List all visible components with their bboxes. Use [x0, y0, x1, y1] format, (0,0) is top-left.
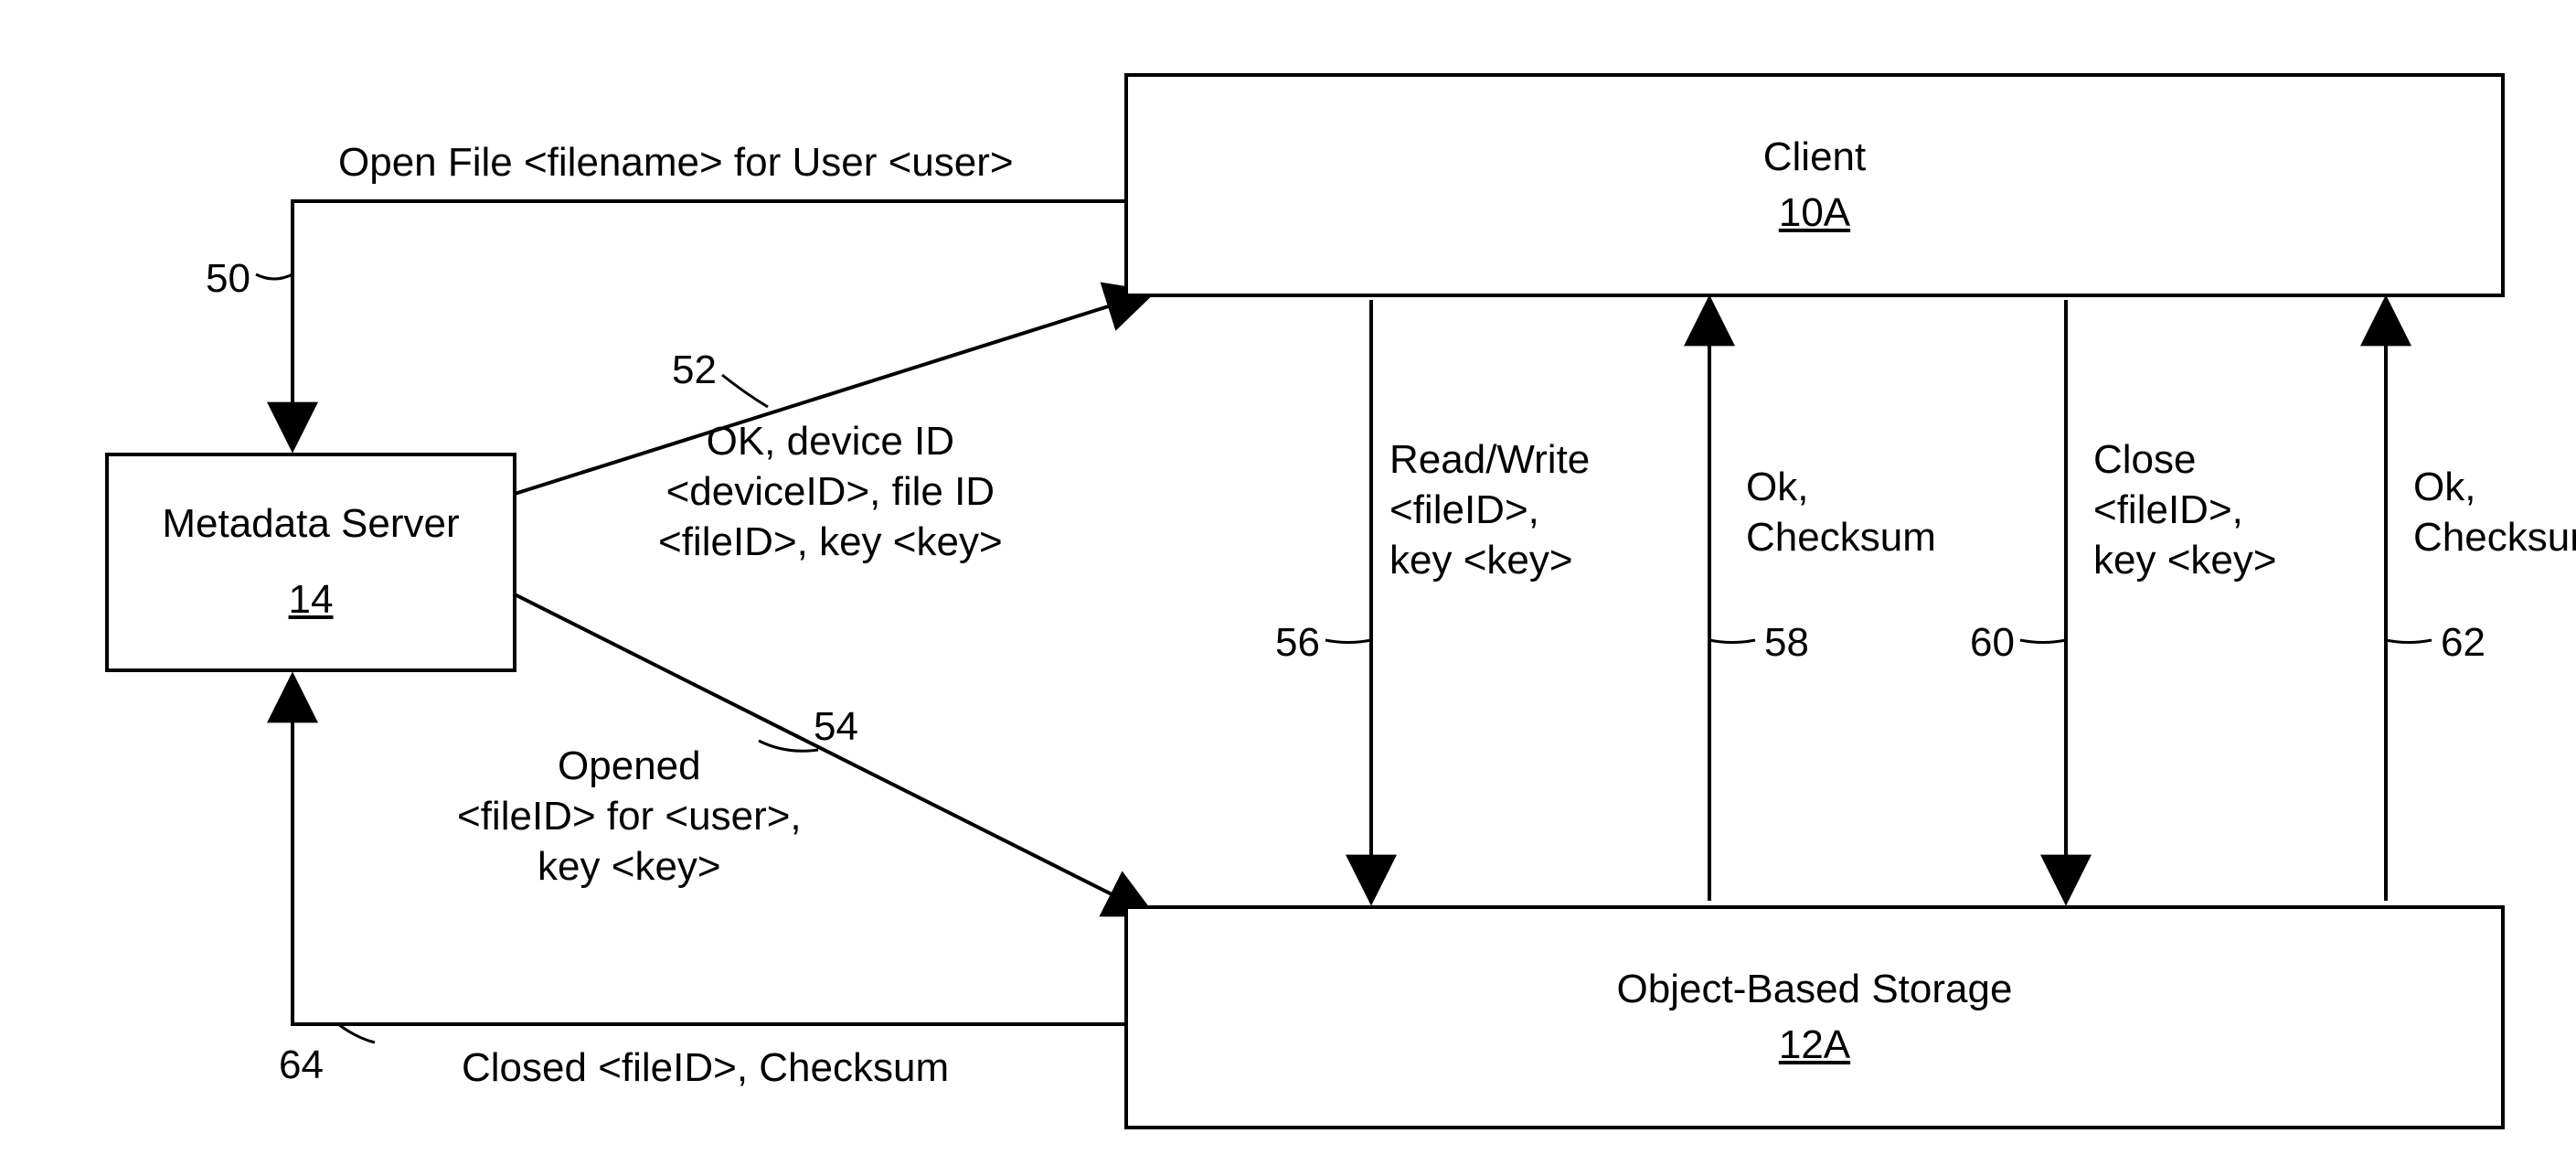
metadata-title: Metadata Server	[162, 500, 459, 549]
ref-54: 54	[814, 704, 858, 750]
storage-ref: 12A	[1779, 1021, 1850, 1070]
storage-title: Object-Based Storage	[1617, 966, 2013, 1014]
ref-58: 58	[1764, 620, 1809, 666]
ref-50: 50	[206, 256, 250, 302]
label-60-text: Close <fileID>, key <key>	[2093, 434, 2277, 585]
metadata-ref: 14	[289, 576, 334, 625]
diagram-canvas: Client 10A Metadata Server 14 Object-Bas…	[0, 0, 2576, 1176]
client-ref: 10A	[1779, 189, 1850, 238]
label-58-text: Ok, Checksum	[1746, 462, 1936, 562]
label-50-text: Open File <filename> for User <user>	[338, 137, 1014, 187]
label-64-text: Closed <fileID>, Checksum	[462, 1042, 949, 1093]
label-54-text: Opened <fileID> for <user>, key <key>	[457, 741, 802, 892]
label-52-text: OK, device ID <deviceID>, file ID <fileI…	[658, 416, 1003, 567]
client-title: Client	[1763, 134, 1867, 182]
ref-64: 64	[279, 1042, 324, 1088]
client-box: Client 10A	[1124, 73, 2505, 297]
label-56-text: Read/Write <fileID>, key <key>	[1389, 434, 1590, 585]
metadata-server-box: Metadata Server 14	[105, 453, 516, 672]
ref-52: 52	[672, 347, 717, 393]
ref-56: 56	[1275, 620, 1320, 666]
storage-box: Object-Based Storage 12A	[1124, 905, 2505, 1129]
ref-60: 60	[1970, 620, 2015, 666]
ref-62: 62	[2441, 620, 2486, 666]
label-62-text: Ok, Checksum	[2413, 462, 2576, 562]
